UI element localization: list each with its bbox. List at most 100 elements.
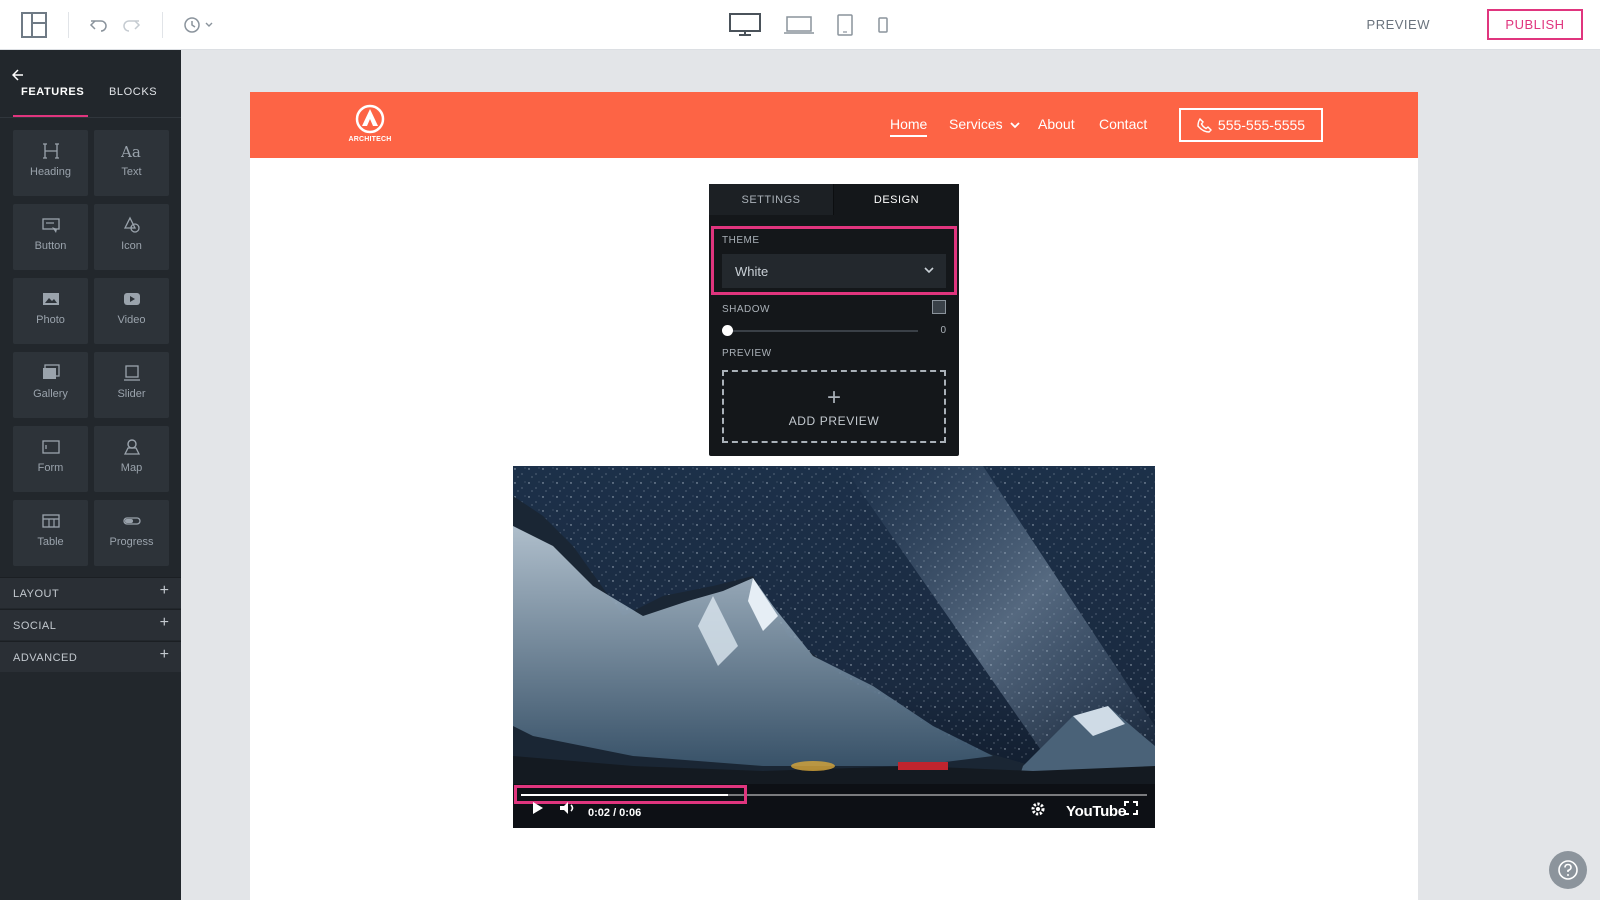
section-label: SOCIAL <box>13 620 57 632</box>
heading-icon <box>42 143 59 159</box>
plus-icon: + <box>159 614 169 631</box>
feature-video[interactable]: Video <box>94 278 169 344</box>
tab-settings[interactable]: SETTINGS <box>709 184 834 215</box>
undo-icon[interactable] <box>84 10 114 40</box>
shadow-slider-track[interactable] <box>727 330 918 332</box>
theme-select[interactable]: White <box>722 254 946 288</box>
feature-label: Button <box>34 240 67 252</box>
plus-icon: + <box>826 383 841 411</box>
sidebar-tabs: FEATURES BLOCKS <box>13 86 169 117</box>
feature-label: Icon <box>121 240 142 252</box>
slider-icon <box>123 365 140 381</box>
feature-photo[interactable]: Photo <box>13 278 88 344</box>
youtube-logo[interactable]: YouTube <box>1066 803 1126 820</box>
fullscreen-icon[interactable] <box>1124 801 1138 815</box>
video-frame <box>513 466 1155 828</box>
preview-button[interactable]: PREVIEW <box>1367 17 1430 32</box>
shadow-value: 0 <box>940 325 946 336</box>
video-time: 0:02 / 0:06 <box>588 807 642 819</box>
back-arrow-icon[interactable] <box>11 68 26 82</box>
add-preview-dropzone[interactable]: + ADD PREVIEW <box>722 370 946 443</box>
feature-label: Slider <box>117 388 146 400</box>
feature-slider[interactable]: Slider <box>94 352 169 418</box>
text-icon: Aa <box>121 143 141 160</box>
gallery-icon <box>42 364 60 379</box>
plus-icon: + <box>159 646 169 663</box>
settings-gear-icon[interactable] <box>1030 801 1046 817</box>
section-advanced[interactable]: ADVANCED + <box>0 641 181 672</box>
toolbar-divider <box>68 12 69 38</box>
logo-text: ARCHITECH <box>348 136 392 143</box>
photo-icon <box>42 293 59 305</box>
redo-icon[interactable] <box>116 10 146 40</box>
feature-label: Heading <box>30 166 71 178</box>
feature-progress[interactable]: Progress <box>94 500 169 566</box>
tab-divider <box>0 117 181 118</box>
feature-label: Video <box>117 314 146 326</box>
tab-blocks[interactable]: BLOCKS <box>109 86 157 98</box>
tab-design[interactable]: DESIGN <box>834 184 959 215</box>
icon-icon <box>123 216 140 233</box>
feature-label: Gallery <box>33 388 68 400</box>
layout-icon[interactable] <box>19 10 49 40</box>
feature-button[interactable]: Button <box>13 204 88 270</box>
history-icon[interactable] <box>181 10 217 40</box>
feature-gallery[interactable]: Gallery <box>13 352 88 418</box>
mobile-icon[interactable] <box>868 10 898 40</box>
nav-services[interactable]: Services <box>949 116 1020 132</box>
feature-label: Form <box>37 462 64 474</box>
chevron-down-icon <box>924 267 934 274</box>
feature-label: Table <box>37 536 64 548</box>
logo-icon <box>355 104 385 134</box>
nav-services-label: Services <box>949 116 1003 132</box>
sidebar: FEATURES BLOCKS Heading Aa Text Button I… <box>0 50 181 900</box>
chevron-down-icon <box>1009 122 1020 129</box>
section-layout[interactable]: LAYOUT + <box>0 577 181 608</box>
site-logo[interactable]: ARCHITECH <box>345 104 395 148</box>
feature-table[interactable]: Table <box>13 500 88 566</box>
nav-contact[interactable]: Contact <box>1099 116 1147 132</box>
preview-label: PREVIEW <box>722 348 772 359</box>
nav-home[interactable]: Home <box>890 116 928 137</box>
help-icon[interactable] <box>1549 851 1587 889</box>
section-social[interactable]: SOCIAL + <box>0 609 181 640</box>
feature-icon[interactable]: Icon <box>94 204 169 270</box>
top-toolbar: PREVIEW PUBLISH <box>0 0 1600 50</box>
volume-icon[interactable] <box>559 801 577 815</box>
section-label: LAYOUT <box>13 588 60 600</box>
feature-label: Map <box>120 462 143 474</box>
button-icon <box>41 218 60 233</box>
shadow-checkbox[interactable] <box>932 300 946 314</box>
phone-button[interactable]: 555-555-5555 <box>1179 108 1323 142</box>
feature-label: Progress <box>109 536 154 548</box>
feature-heading[interactable]: Heading <box>13 130 88 196</box>
shadow-label: SHADOW <box>722 304 770 315</box>
theme-value: White <box>735 263 769 279</box>
tablet-icon[interactable] <box>830 10 860 40</box>
feature-form[interactable]: Form <box>13 426 88 492</box>
add-preview-label: ADD PREVIEW <box>788 413 880 428</box>
shadow-slider-handle[interactable] <box>722 325 733 336</box>
laptop-icon[interactable] <box>783 10 815 40</box>
svg-text:Aa: Aa <box>121 143 141 160</box>
progress-icon <box>122 517 141 525</box>
toolbar-divider <box>162 12 163 38</box>
feature-map[interactable]: Map <box>94 426 169 492</box>
publish-button[interactable]: PUBLISH <box>1487 9 1583 40</box>
plus-icon: + <box>159 582 169 599</box>
feature-label: Text <box>121 166 142 178</box>
play-icon[interactable] <box>532 801 544 815</box>
tab-features[interactable]: FEATURES <box>21 86 84 98</box>
table-icon <box>41 514 60 528</box>
form-icon <box>41 440 60 454</box>
map-icon <box>123 439 140 455</box>
nav-about[interactable]: About <box>1038 116 1075 132</box>
desktop-icon[interactable] <box>728 10 762 40</box>
video-embed[interactable]: 0:02 / 0:06 YouTube <box>513 466 1155 828</box>
phone-number: 555-555-5555 <box>1217 117 1306 133</box>
highlight-progress <box>514 785 747 804</box>
video-icon <box>123 293 140 305</box>
design-popup: SETTINGS DESIGN THEME White SHADOW 0 PRE… <box>709 184 959 456</box>
phone-icon <box>1197 117 1212 133</box>
feature-text[interactable]: Aa Text <box>94 130 169 196</box>
